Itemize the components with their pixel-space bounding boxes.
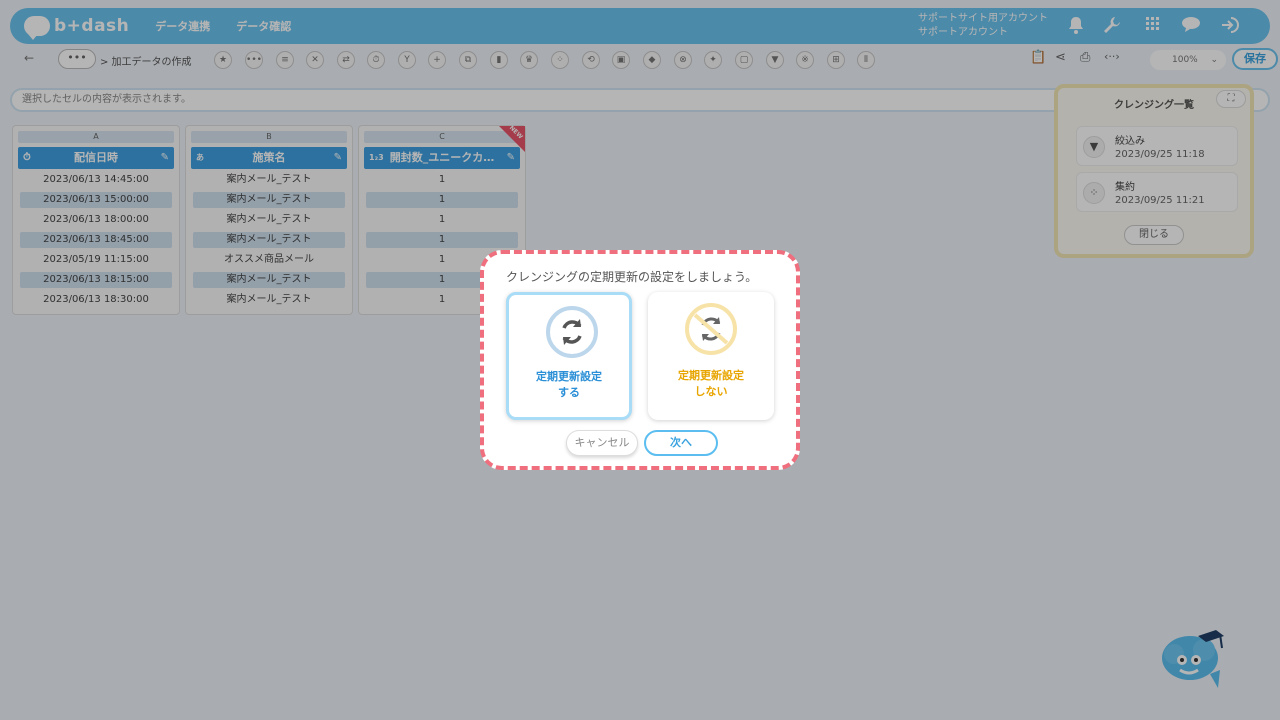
periodic-update-dialog: クレンジングの定期更新の設定をしましょう。 定期更新設定 する 定期更新設定 し… [480, 250, 800, 470]
periodic-update-on-option[interactable]: 定期更新設定 する [506, 292, 632, 420]
next-button[interactable]: 次へ [644, 430, 718, 456]
option-off-line1: 定期更新設定 [678, 369, 744, 382]
cancel-button[interactable]: キャンセル [566, 430, 638, 456]
periodic-update-off-option[interactable]: 定期更新設定 しない [648, 292, 774, 420]
option-off-line2: しない [694, 385, 728, 398]
option-on-line2: する [558, 386, 580, 399]
refresh-off-icon [685, 303, 737, 355]
option-on-line1: 定期更新設定 [536, 370, 602, 383]
dialog-title: クレンジングの定期更新の設定をしましょう。 [506, 270, 758, 284]
refresh-icon [546, 306, 598, 358]
